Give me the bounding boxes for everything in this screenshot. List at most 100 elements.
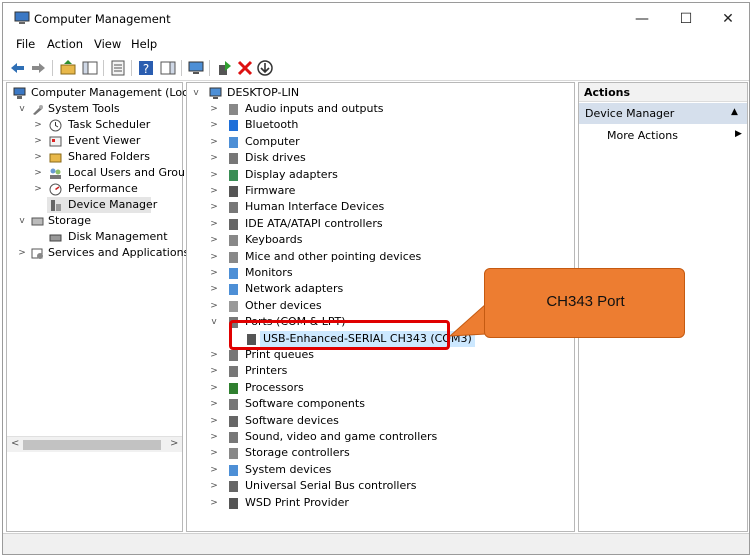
- submenu-arrow-icon[interactable]: ▶: [735, 129, 742, 139]
- chevron-right-icon[interactable]: >: [209, 183, 219, 199]
- chevron-right-icon[interactable]: >: [209, 445, 219, 461]
- menu-file[interactable]: File: [16, 37, 35, 51]
- ch343-highlight-box: [229, 320, 450, 350]
- chevron-right-icon[interactable]: >: [17, 245, 27, 261]
- device-category-icon: [229, 268, 238, 279]
- tree-item-label: Performance: [68, 182, 138, 195]
- horizontal-scrollbar[interactable]: < >: [7, 436, 182, 452]
- chevron-right-icon[interactable]: >: [209, 347, 219, 363]
- device-label: Bluetooth: [245, 118, 299, 132]
- tree-item-label: Computer Management (Local: [31, 86, 198, 99]
- more-actions-item[interactable]: More Actions ▶: [579, 127, 747, 145]
- device-label: Disk drives: [245, 151, 306, 165]
- chevron-right-icon[interactable]: >: [209, 167, 219, 183]
- chevron-down-icon[interactable]: v: [17, 213, 27, 229]
- performance-icon: [49, 183, 62, 196]
- scan-hardware-icon[interactable]: [187, 59, 205, 77]
- chevron-right-icon[interactable]: >: [209, 495, 219, 511]
- tree-item-label: Storage: [48, 214, 92, 227]
- chevron-right-icon[interactable]: >: [209, 396, 219, 412]
- device-label: Processors: [245, 380, 304, 394]
- download-icon[interactable]: [256, 59, 274, 77]
- chevron-right-icon[interactable]: >: [209, 462, 219, 478]
- minimize-button[interactable]: —: [622, 7, 662, 31]
- device-label: Software components: [245, 397, 365, 411]
- close-button[interactable]: ✕: [708, 7, 748, 31]
- help-icon[interactable]: ?: [137, 59, 155, 77]
- device-label: IDE ATA/ATAPI controllers: [245, 216, 383, 230]
- chevron-right-icon[interactable]: >: [209, 249, 219, 265]
- device-category-icon: [229, 120, 238, 132]
- chevron-right-icon[interactable]: >: [209, 281, 219, 297]
- up-folder-icon[interactable]: [59, 59, 77, 77]
- chevron-right-icon[interactable]: >: [209, 232, 219, 248]
- device-label: Computer: [245, 134, 300, 148]
- chevron-right-icon[interactable]: >: [209, 216, 219, 232]
- chevron-right-icon[interactable]: >: [33, 117, 43, 133]
- chevron-right-icon[interactable]: >: [33, 149, 43, 165]
- device-category-icon: [229, 464, 238, 476]
- scroll-left-icon[interactable]: <: [11, 438, 19, 449]
- clock-icon: [49, 119, 62, 132]
- menu-help[interactable]: Help: [131, 37, 157, 51]
- chevron-right-icon[interactable]: >: [209, 134, 219, 150]
- chevron-right-icon[interactable]: >: [209, 363, 219, 379]
- menu-view[interactable]: View: [94, 37, 121, 51]
- maximize-button[interactable]: ☐: [666, 7, 706, 31]
- actions-section-device-manager[interactable]: Device Manager ▲: [579, 103, 747, 124]
- device-label: Audio inputs and outputs: [245, 102, 384, 115]
- back-arrow-icon[interactable]: [9, 59, 27, 77]
- collapse-up-icon[interactable]: ▲: [731, 107, 738, 117]
- svg-text:?: ?: [143, 62, 149, 76]
- chevron-right-icon[interactable]: >: [209, 429, 219, 445]
- actions-header: Actions: [579, 83, 747, 102]
- chevron-right-icon[interactable]: >: [209, 413, 219, 429]
- device-root-label: DESKTOP-LIN: [227, 86, 300, 99]
- window-title: Computer Management: [34, 12, 171, 26]
- chevron-right-icon[interactable]: >: [209, 478, 219, 494]
- tree-item-label: Disk Management: [68, 230, 168, 243]
- show-hide-tree-icon[interactable]: [81, 59, 99, 77]
- forward-arrow-icon[interactable]: [29, 59, 47, 77]
- chevron-right-icon[interactable]: >: [33, 181, 43, 197]
- tree-item-label: Task Scheduler: [68, 118, 151, 131]
- menu-action[interactable]: Action: [47, 37, 83, 51]
- device-category-icon: [229, 153, 238, 165]
- scroll-right-icon[interactable]: >: [170, 438, 178, 449]
- chevron-right-icon[interactable]: >: [209, 265, 219, 281]
- chevron-down-icon[interactable]: v: [209, 314, 219, 330]
- chevron-right-icon[interactable]: >: [209, 199, 219, 215]
- uninstall-icon[interactable]: [236, 59, 254, 77]
- device-label: Mice and other pointing devices: [245, 249, 422, 263]
- system-tools-icon: [33, 105, 43, 115]
- chevron-right-icon[interactable]: >: [209, 150, 219, 166]
- chevron-down-icon[interactable]: v: [17, 101, 27, 117]
- device-category-icon: [229, 350, 238, 361]
- properties-icon[interactable]: [109, 59, 127, 77]
- chevron-right-icon[interactable]: >: [209, 380, 219, 396]
- actions-section-label: Device Manager: [585, 107, 675, 120]
- chevron-right-icon[interactable]: >: [33, 133, 43, 149]
- chevron-right-icon[interactable]: >: [33, 165, 43, 181]
- device-category-icon: [229, 415, 238, 427]
- action-pane-icon[interactable]: [159, 59, 177, 77]
- chevron-right-icon[interactable]: >: [209, 298, 219, 314]
- computer-icon: [209, 87, 222, 99]
- chevron-right-icon[interactable]: >: [209, 101, 219, 117]
- update-driver-icon[interactable]: [215, 59, 233, 77]
- device-category-icon: [229, 448, 238, 460]
- device-label: Network adapters: [245, 282, 344, 296]
- device-label: Keyboards: [245, 233, 303, 247]
- scrollbar-thumb[interactable]: [23, 440, 161, 450]
- chevron-right-icon[interactable]: >: [209, 117, 219, 133]
- device-label: Human Interface Devices: [245, 200, 385, 214]
- tree-item-label: Local Users and Groups: [68, 166, 198, 179]
- device-category-icon: [229, 497, 238, 509]
- tree-item-label: Services and Applications: [48, 246, 190, 259]
- chevron-down-icon[interactable]: v: [191, 85, 201, 101]
- callout-text: CH343 Port: [546, 293, 625, 310]
- event-viewer-icon: [49, 136, 62, 147]
- users-icon: [50, 168, 61, 179]
- tree-item-device-manager[interactable]: Device Manager: [47, 197, 157, 213]
- computer-management-icon: [14, 11, 30, 24]
